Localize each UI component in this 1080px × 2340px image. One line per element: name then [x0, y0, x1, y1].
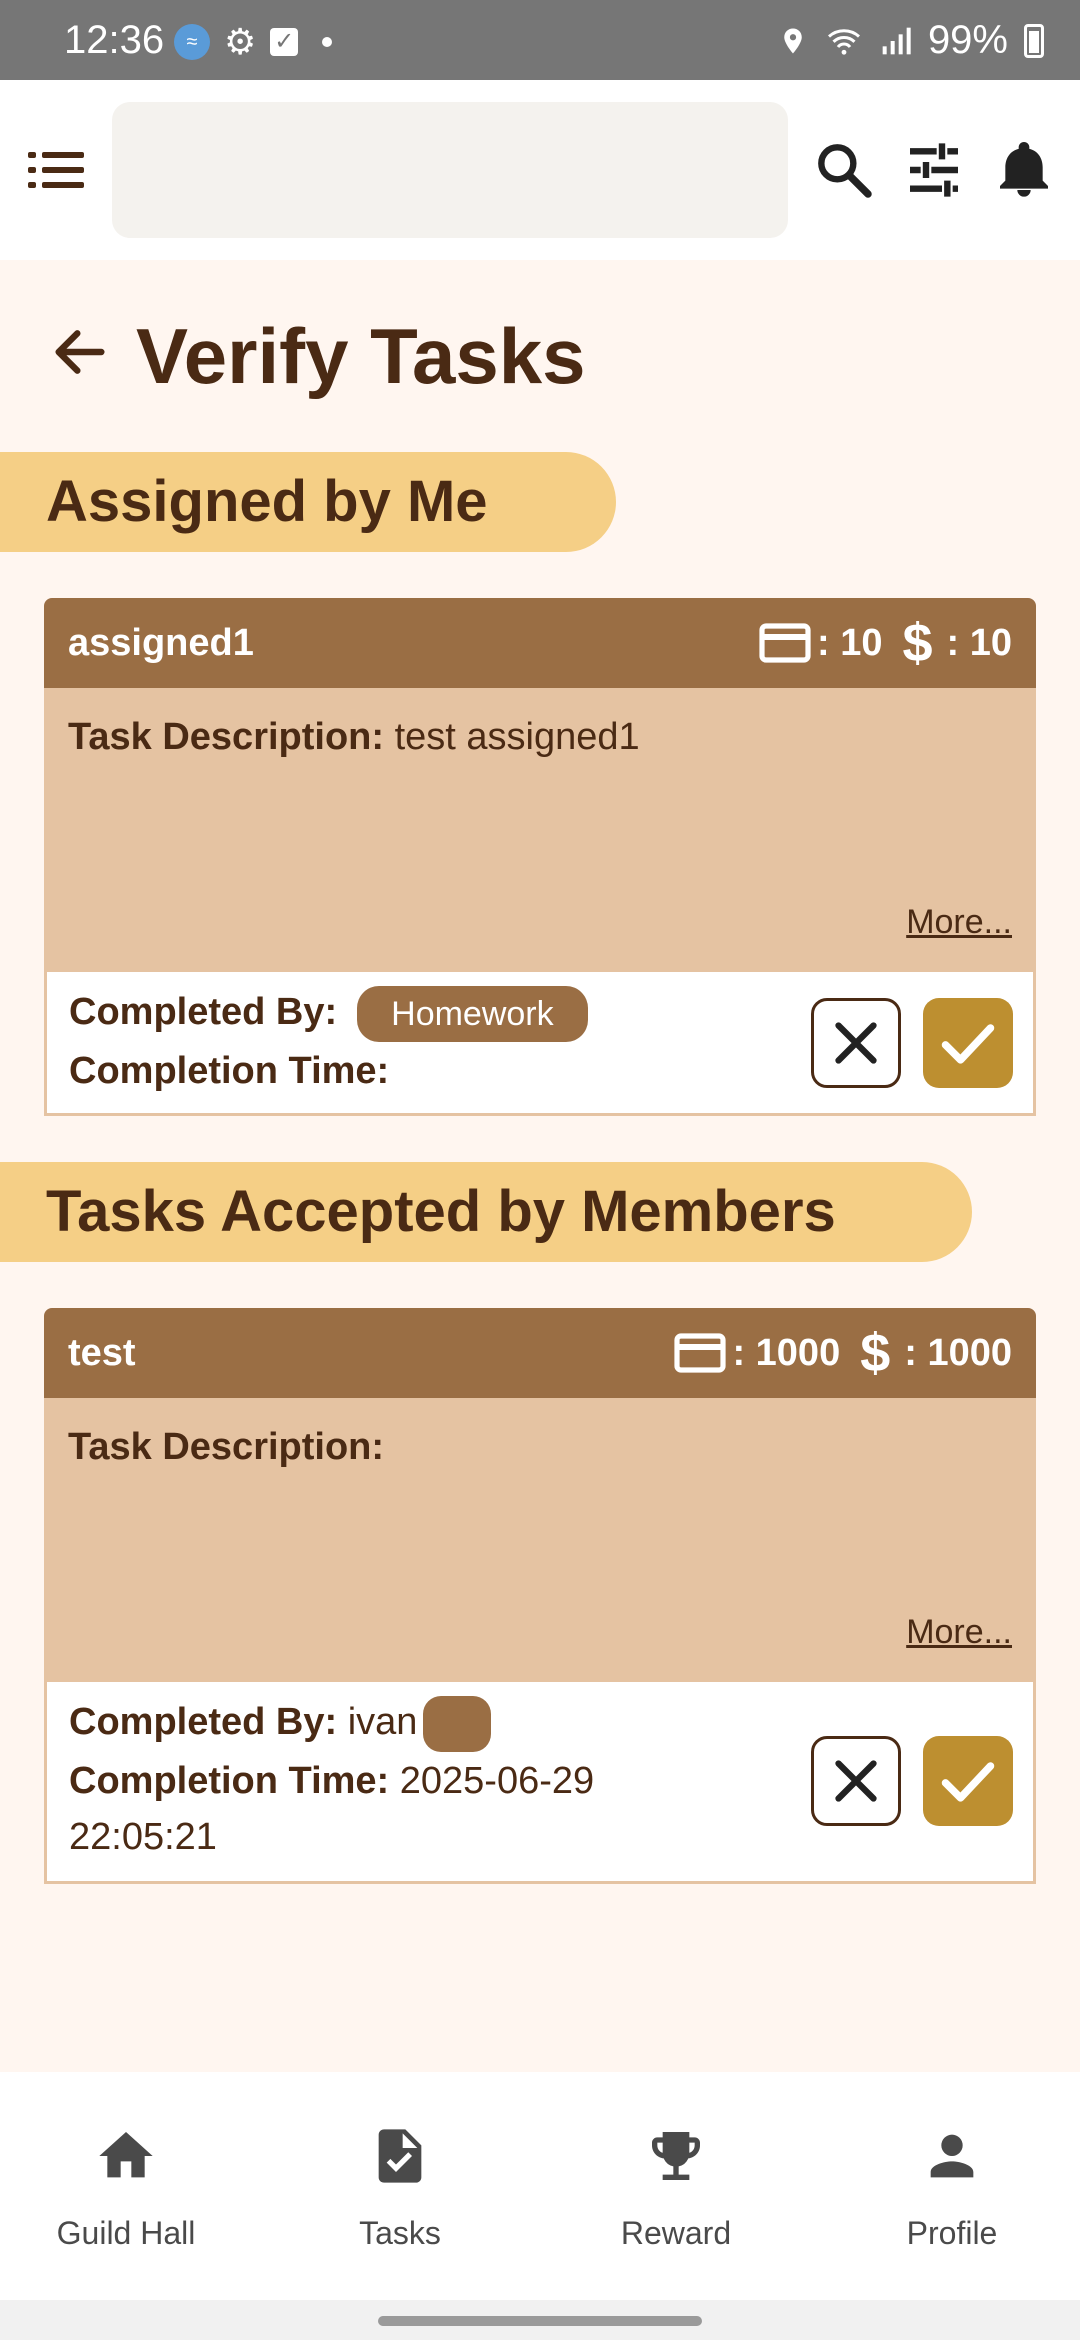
back-arrow-icon[interactable] [48, 320, 112, 384]
dot-icon [322, 37, 333, 47]
task-document-icon [378, 2129, 422, 2183]
more-link[interactable]: More... [906, 1613, 1012, 1652]
section-title: Assigned by Me [46, 469, 488, 534]
completed-by: Completed By: ivan [69, 1696, 492, 1752]
task-card-header: assigned1 : 10 $ : 10 [44, 598, 1036, 688]
task-description-text: test assigned1 [384, 716, 640, 758]
close-icon [835, 1022, 877, 1064]
task-description: Task Description: test assigned1 [68, 716, 640, 759]
app-notification-icon: ≈ [174, 24, 210, 60]
task-card-footer: Completed By: ivan Completion Time: 2025… [44, 1682, 1036, 1884]
credit-card-icon [759, 623, 811, 663]
completed-by-chip: Homework [357, 986, 588, 1042]
credit-card-icon [674, 1333, 727, 1373]
home-icon [99, 2132, 153, 2178]
task-description-label: Task Description: [68, 716, 385, 758]
completion-time: Completion Time: 2025-06-29 [69, 1760, 594, 1803]
dollar-icon: $ [902, 613, 933, 673]
completed-by-value: ivan [337, 1701, 418, 1744]
checkbox-icon: ✓ [270, 28, 299, 56]
status-system-icons: 99% [778, 18, 1044, 63]
battery-percentage: 99% [927, 18, 1008, 62]
completed-by-chip [423, 1696, 492, 1752]
menu-icon[interactable] [28, 146, 84, 194]
approve-button[interactable] [923, 998, 1013, 1088]
search-icon[interactable] [812, 138, 876, 202]
battery-charging-icon [1024, 23, 1044, 58]
task-card-body: Task Description: More... [44, 1398, 1036, 1682]
nav-label: Tasks [359, 2215, 441, 2251]
signal-icon [882, 27, 911, 54]
bottom-navigation: Guild Hall Tasks Reward Profile [0, 2072, 1080, 2300]
nav-profile[interactable]: Profile [842, 2124, 1062, 2252]
nav-label: Guild Hall [56, 2215, 196, 2251]
status-notification-icons: ≈ ⚙ ✓ [174, 21, 333, 62]
task-rewards: : 10 $ : 10 [759, 598, 1012, 688]
task-description-label: Task Description: [68, 1426, 385, 1468]
completion-time: Completion Time: [69, 1050, 389, 1093]
check-icon [941, 1024, 995, 1064]
task-card-header: test : 1000 $ : 1000 [44, 1308, 1036, 1398]
more-link[interactable]: More... [906, 903, 1012, 942]
completion-time-line2: 22:05:21 [69, 1816, 217, 1858]
completion-time-value: 2025-06-29 [389, 1760, 595, 1802]
trophy-icon [652, 2132, 700, 2180]
bell-icon[interactable] [992, 138, 1056, 202]
completed-by-label: Completed By: [69, 1701, 338, 1744]
dollar-icon: $ [860, 1323, 891, 1383]
nav-guild-hall[interactable]: Guild Hall [16, 2124, 236, 2252]
gesture-handle[interactable] [378, 2316, 702, 2326]
approve-button[interactable] [923, 1736, 1013, 1826]
check-icon [941, 1762, 995, 1802]
gesture-navigation-bar [0, 2300, 1080, 2340]
card-value: : 1000 [732, 1332, 841, 1374]
nav-label: Profile [906, 2215, 998, 2251]
dollar-value: : 1000 [904, 1332, 1012, 1374]
reject-button[interactable] [811, 1736, 901, 1826]
person-icon [930, 2134, 974, 2178]
completed-by: Completed By: Homework [69, 986, 588, 1042]
page-title: Verify Tasks [136, 312, 586, 400]
nav-tasks[interactable]: Tasks [290, 2124, 510, 2252]
top-app-bar [0, 80, 1080, 260]
completion-time-label: Completion Time: [69, 1760, 390, 1802]
task-description: Task Description: [68, 1426, 384, 1469]
completed-by-label: Completed By: [69, 991, 338, 1034]
section-title: Tasks Accepted by Members [46, 1179, 836, 1244]
completion-time-label: Completion Time: [69, 1050, 390, 1092]
tune-icon[interactable] [902, 138, 966, 202]
location-icon [784, 28, 802, 53]
card-value: : 10 [816, 622, 883, 664]
reject-button[interactable] [811, 998, 901, 1088]
task-name: assigned1 [68, 622, 254, 664]
settings-icon: ⚙ [224, 21, 257, 62]
task-card: test : 1000 $ : 1000 Task Description: M… [44, 1308, 1036, 1884]
close-icon [835, 1760, 877, 1802]
task-card: assigned1 : 10 $ : 10 Task Description: … [44, 598, 1036, 1116]
search-input[interactable] [112, 102, 788, 238]
section-heading-accepted: Tasks Accepted by Members [0, 1162, 972, 1262]
task-card-body: Task Description: test assigned1 More... [44, 688, 1036, 972]
status-bar: 12:36 ≈ ⚙ ✓ 99% [0, 0, 1080, 80]
nav-reward[interactable]: Reward [566, 2124, 786, 2252]
section-heading-assigned: Assigned by Me [0, 452, 616, 552]
dollar-value: : 10 [946, 622, 1012, 664]
wifi-icon [827, 28, 860, 55]
nav-label: Reward [620, 2215, 732, 2251]
task-card-footer: Completed By: Homework Completion Time: [44, 972, 1036, 1116]
status-time: 12:36 [64, 18, 165, 62]
task-rewards: : 1000 $ : 1000 [674, 1308, 1012, 1398]
task-name: test [68, 1332, 136, 1374]
